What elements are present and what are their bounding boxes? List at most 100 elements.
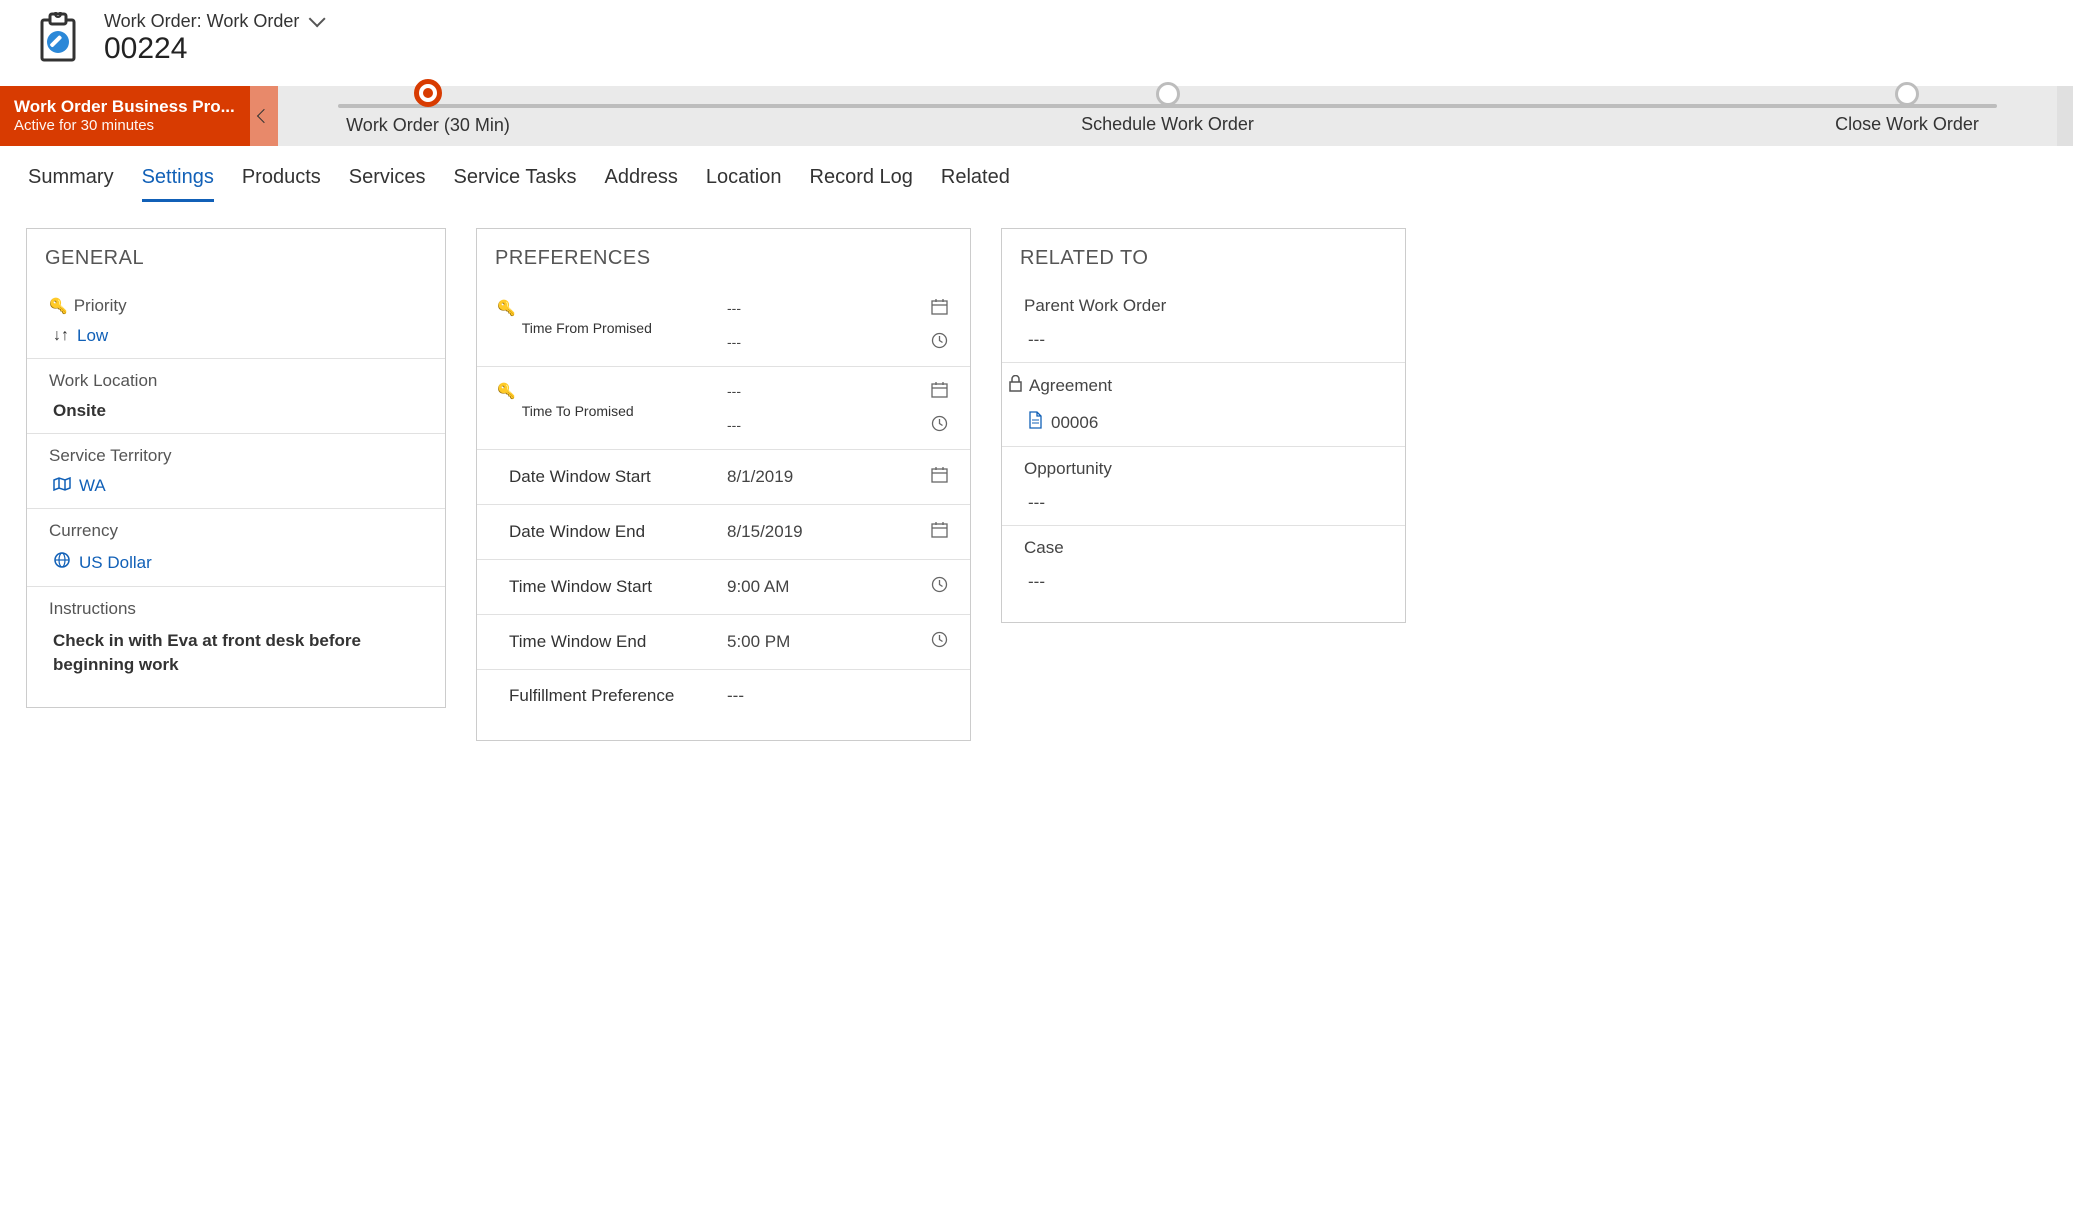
related-to-heading: RELATED TO [1002, 247, 1405, 270]
time-from-promised-field[interactable]: 🔑 Time From Promised --- 🔑 Time From Pro… [477, 284, 970, 367]
time-to-promised-field[interactable]: 🔑 Time To Promised --- 🔑 Time To Promise… [477, 367, 970, 450]
work-location-label: Work Location [49, 371, 157, 391]
breadcrumb[interactable]: Work Order: Work Order [104, 11, 321, 32]
tab-products[interactable]: Products [242, 160, 321, 202]
fulfillment-preference-field[interactable]: Fulfillment Preference --- [477, 670, 970, 722]
tab-service-tasks[interactable]: Service Tasks [453, 160, 576, 202]
clock-icon[interactable] [928, 415, 950, 435]
time-window-start-field[interactable]: Time Window Start 9:00 AM [477, 560, 970, 615]
preferences-panel: PREFERENCES 🔑 Time From Promised --- 🔑 T… [476, 228, 971, 741]
general-heading: GENERAL [27, 247, 445, 270]
fulfillment-preference-label: Fulfillment Preference [497, 686, 717, 706]
fulfillment-preference-value: --- [727, 686, 918, 706]
parent-work-order-label: Parent Work Order [1024, 296, 1166, 316]
date-window-end-label: Date Window End [497, 522, 717, 542]
time-window-end-value: 5:00 PM [727, 632, 918, 652]
time-window-start-label: Time Window Start [497, 577, 717, 597]
chevron-down-icon [309, 10, 326, 27]
date-window-end-field[interactable]: Date Window End 8/15/2019 [477, 505, 970, 560]
stage-close-work-order[interactable]: Close Work Order [1817, 98, 1997, 135]
date-window-start-value: 8/1/2019 [727, 467, 918, 487]
tab-related[interactable]: Related [941, 160, 1010, 202]
related-to-panel: RELATED TO Parent Work Order --- Agreeme… [1001, 228, 1406, 623]
chevron-left-icon [257, 109, 271, 123]
opportunity-field[interactable]: Opportunity --- [1002, 447, 1405, 526]
breadcrumb-text: Work Order: Work Order [104, 11, 299, 32]
stage-label: Schedule Work Order [1081, 114, 1254, 135]
tab-record-log[interactable]: Record Log [810, 160, 913, 202]
document-icon [1028, 411, 1043, 434]
time-window-end-field[interactable]: Time Window End 5:00 PM [477, 615, 970, 670]
instructions-field[interactable]: Instructions Check in with Eva at front … [27, 587, 445, 689]
priority-value: Low [77, 326, 108, 346]
calendar-icon[interactable] [928, 466, 950, 488]
opportunity-label: Opportunity [1024, 459, 1112, 479]
map-icon [53, 477, 71, 496]
clock-icon[interactable] [928, 631, 950, 653]
stage-schedule-work-order[interactable]: Schedule Work Order [1078, 98, 1258, 135]
case-value: --- [1024, 572, 1383, 592]
stage-label: Close Work Order [1835, 114, 1979, 135]
form-content: GENERAL 🔑 Priority ↓↑ Low Work Location … [0, 202, 2073, 767]
tab-services[interactable]: Services [349, 160, 426, 202]
time-window-start-value: 9:00 AM [727, 577, 918, 597]
tab-summary[interactable]: Summary [28, 160, 114, 202]
business-process-flow: Work Order Business Pro... Active for 30… [0, 86, 2073, 146]
preferences-heading: PREFERENCES [477, 247, 970, 270]
stage-work-order[interactable]: Work Order (30 Min) [338, 97, 518, 136]
key-icon: 🔑 [497, 299, 516, 317]
case-field[interactable]: Case --- [1002, 526, 1405, 604]
agreement-field[interactable]: Agreement 00006 [1002, 363, 1405, 447]
process-flow-name-box[interactable]: Work Order Business Pro... Active for 30… [0, 86, 250, 146]
process-end-toggle[interactable] [2057, 86, 2073, 146]
key-icon: 🔑 [497, 382, 516, 400]
currency-label: Currency [49, 521, 118, 541]
instructions-label: Instructions [49, 599, 136, 619]
time-from-promised-date: --- [727, 300, 918, 316]
opportunity-value: --- [1024, 493, 1383, 513]
key-icon: 🔑 [49, 297, 68, 315]
stage-label: Work Order (30 Min) [346, 115, 510, 136]
service-territory-value: WA [79, 476, 106, 496]
process-collapse-button[interactable] [250, 86, 278, 146]
process-track: Work Order (30 Min) Schedule Work Order … [278, 86, 2057, 146]
priority-field[interactable]: 🔑 Priority ↓↑ Low [27, 284, 445, 359]
time-window-end-label: Time Window End [497, 632, 717, 652]
tab-settings[interactable]: Settings [142, 160, 214, 202]
work-location-value: Onsite [53, 401, 106, 421]
currency-field[interactable]: Currency US Dollar [27, 509, 445, 587]
time-to-promised-time: --- [727, 417, 918, 433]
calendar-icon[interactable] [928, 521, 950, 543]
service-territory-field[interactable]: Service Territory WA [27, 434, 445, 509]
clock-icon[interactable] [928, 332, 950, 352]
tab-address[interactable]: Address [605, 160, 678, 202]
instructions-value: Check in with Eva at front desk before b… [53, 629, 423, 677]
service-territory-label: Service Territory [49, 446, 172, 466]
agreement-label: Agreement [1029, 376, 1112, 396]
priority-label: Priority [74, 296, 127, 316]
page-header: Work Order: Work Order 00224 [0, 0, 2073, 76]
calendar-icon[interactable] [928, 381, 950, 401]
date-window-start-field[interactable]: Date Window Start 8/1/2019 [477, 450, 970, 505]
stage-circle-icon [1895, 82, 1919, 106]
time-to-promised-label-visible: Time To Promised [522, 403, 634, 419]
time-to-promised-date: --- [727, 383, 918, 399]
currency-value: US Dollar [79, 553, 152, 573]
stage-circle-icon [1156, 82, 1180, 106]
globe-icon [53, 551, 71, 574]
stage-circle-icon [414, 79, 442, 107]
tab-location[interactable]: Location [706, 160, 782, 202]
work-location-field[interactable]: Work Location Onsite [27, 359, 445, 434]
process-name: Work Order Business Pro... [14, 96, 236, 117]
date-window-start-label: Date Window Start [497, 467, 717, 487]
process-status: Active for 30 minutes [14, 117, 236, 136]
record-id: 00224 [104, 32, 321, 66]
clock-icon[interactable] [928, 576, 950, 598]
general-panel: GENERAL 🔑 Priority ↓↑ Low Work Location … [26, 228, 446, 708]
case-label: Case [1024, 538, 1064, 558]
parent-work-order-value: --- [1024, 330, 1383, 350]
calendar-icon[interactable] [928, 298, 950, 318]
lock-icon [1008, 375, 1023, 397]
time-from-promised-label-visible: Time From Promised [522, 320, 652, 336]
parent-work-order-field[interactable]: Parent Work Order --- [1002, 284, 1405, 363]
